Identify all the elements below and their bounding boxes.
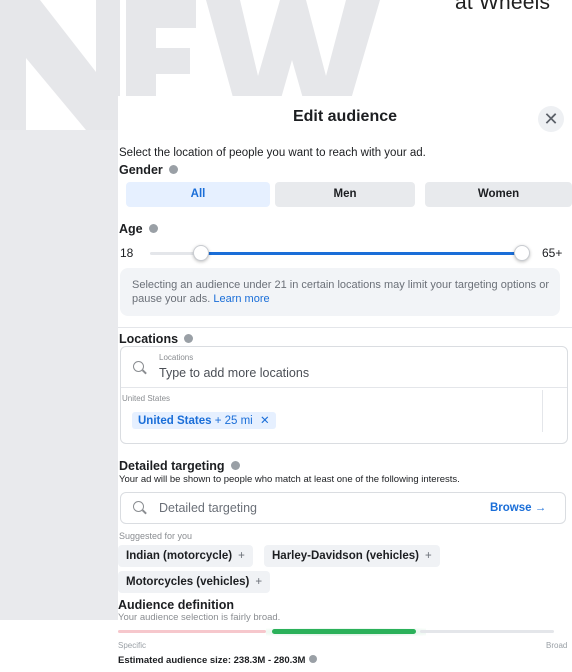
location-chip-united-states[interactable]: United States + 25 mi ✕: [132, 412, 276, 429]
gender-option-all[interactable]: All: [126, 182, 270, 207]
brand-text: at Wheels: [455, 0, 551, 14]
suggestion-label: Harley-Davidson (vehicles): [272, 550, 420, 562]
learn-more-link[interactable]: Learn more: [213, 293, 269, 305]
suggested-label: Suggested for you: [119, 531, 193, 541]
add-icon[interactable]: +: [425, 550, 432, 562]
info-icon[interactable]: [230, 461, 240, 471]
age-label: Age: [119, 222, 158, 236]
meter-min-label: Specific: [118, 641, 147, 650]
gender-option-women[interactable]: Women: [425, 182, 572, 207]
suggestion-chip[interactable]: Motorcycles (vehicles) +: [118, 571, 271, 593]
section-divider: [118, 327, 572, 328]
age-min-label: 18: [120, 246, 134, 260]
audience-meter-indicator: [272, 629, 416, 634]
meter-max-label: Broad: [546, 641, 568, 650]
locations-input-caption: Locations: [159, 353, 194, 362]
suggestion-label: Motorcycles (vehicles): [126, 576, 250, 588]
add-icon[interactable]: +: [238, 550, 245, 562]
age-max-label: 65+: [542, 246, 563, 260]
search-icon: [133, 501, 144, 512]
gender-label-text: Gender: [119, 163, 163, 177]
add-icon[interactable]: +: [255, 576, 262, 588]
detailed-targeting-description: Your ad will be shown to people who matc…: [119, 474, 460, 485]
browse-button[interactable]: Browse →: [490, 502, 546, 514]
detailed-targeting-label-text: Detailed targeting: [119, 459, 225, 473]
info-icon[interactable]: [184, 334, 194, 344]
locations-input-divider: [121, 387, 567, 388]
age-label-text: Age: [119, 222, 143, 236]
dialog-title: Edit audience: [292, 108, 398, 125]
age-slider-range: [201, 252, 522, 255]
dialog-description: Select the location of people you want t…: [119, 147, 426, 159]
info-icon[interactable]: [309, 655, 318, 664]
estimated-audience-size: Estimated audience size: 238.3M - 280.3M: [118, 655, 318, 666]
suggestion-label: Indian (motorcycle): [126, 550, 233, 562]
locations-scrollbar[interactable]: [542, 390, 543, 432]
remove-location-icon[interactable]: ✕: [260, 415, 270, 427]
age-notice-message: Selecting an audience under 21 in certai…: [132, 279, 550, 305]
locations-group-label: United States: [122, 394, 171, 403]
age-min-handle[interactable]: [193, 245, 209, 261]
gender-label: Gender: [119, 163, 178, 177]
search-icon: [133, 361, 144, 372]
suggestion-chip[interactable]: Indian (motorcycle) +: [118, 545, 253, 567]
audience-definition-label: Audience definition: [118, 598, 234, 612]
info-icon[interactable]: [148, 224, 158, 234]
age-max-handle[interactable]: [514, 245, 530, 261]
gender-option-men[interactable]: Men: [275, 182, 415, 207]
detailed-targeting-input[interactable]: Detailed targeting: [159, 501, 257, 515]
info-icon[interactable]: [168, 165, 178, 175]
location-chip-distance: + 25 mi: [214, 415, 253, 427]
locations-label: Locations: [119, 332, 194, 346]
audience-meter-specific: [118, 630, 266, 633]
detailed-targeting-label: Detailed targeting: [119, 459, 240, 473]
audience-meter-broad: [420, 630, 554, 633]
suggestion-chip[interactable]: Harley-Davidson (vehicles) +: [264, 545, 440, 567]
close-button[interactable]: ✕: [538, 106, 564, 132]
audience-definition-description: Your audience selection is fairly broad.: [118, 612, 281, 623]
locations-label-text: Locations: [119, 332, 179, 346]
age-notice: Selecting an audience under 21 in certai…: [120, 268, 560, 316]
location-chip-name: United States: [138, 415, 212, 427]
age-notice-text: Selecting an audience under 21 in certai…: [132, 278, 552, 306]
estimated-size-text: Estimated audience size: 238.3M - 280.3M: [118, 655, 306, 666]
close-icon: ✕: [543, 109, 559, 129]
locations-input[interactable]: Type to add more locations: [159, 366, 309, 380]
